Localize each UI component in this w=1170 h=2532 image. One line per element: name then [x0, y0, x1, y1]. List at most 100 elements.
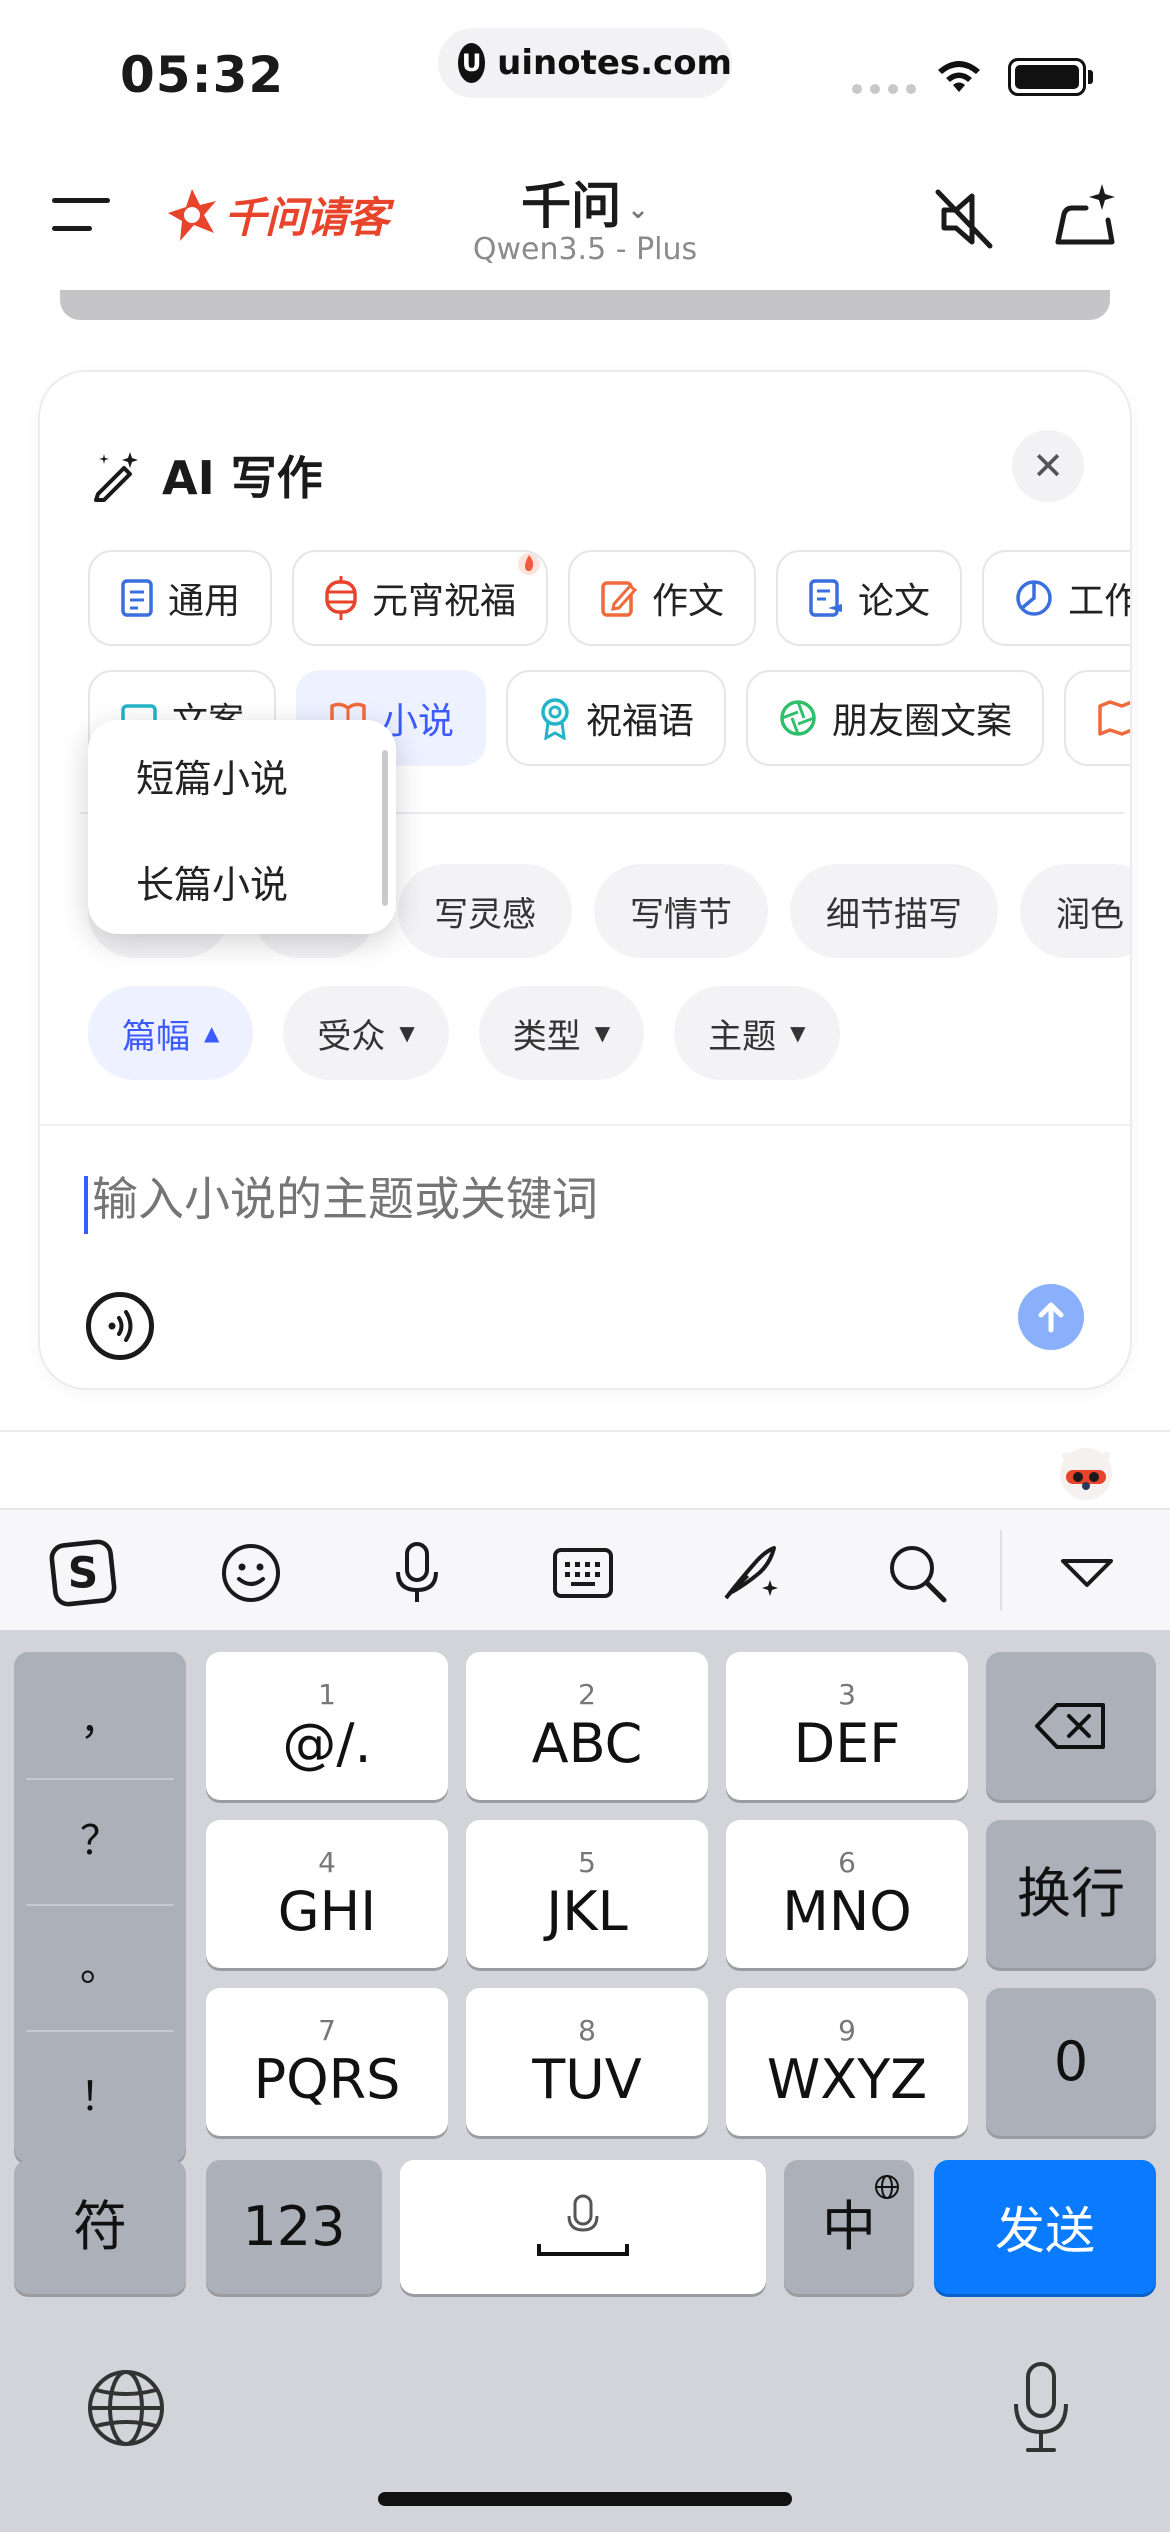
- key-4[interactable]: 4 GHI: [206, 1820, 448, 1968]
- chip-label: 朋友圈文案: [832, 701, 1013, 742]
- dictation-mic-icon[interactable]: [1006, 2360, 1076, 2456]
- magic-pen-icon: [94, 452, 138, 502]
- space-mic-icon: [537, 2194, 629, 2256]
- backspace-key[interactable]: [986, 1652, 1156, 1800]
- hot-flame-icon: [518, 553, 541, 575]
- chip-label: 作文: [652, 581, 725, 622]
- brand-mark-icon: [168, 188, 216, 241]
- edit-icon: [600, 578, 638, 618]
- url-pill[interactable]: U uinotes.com: [438, 28, 732, 98]
- chip-blessing[interactable]: 祝福语: [506, 670, 727, 766]
- key-period[interactable]: 。: [14, 1934, 186, 1992]
- close-button[interactable]: ✕: [1012, 430, 1084, 502]
- key-5[interactable]: 5 JKL: [466, 1820, 708, 1968]
- input-divider: [40, 1124, 1130, 1126]
- paper-icon: [808, 578, 844, 618]
- collapse-keyboard-icon[interactable]: [1052, 1538, 1122, 1608]
- space-key[interactable]: [400, 2160, 766, 2294]
- pill-write-plot[interactable]: 写情节: [594, 864, 768, 958]
- svg-text:S: S: [68, 1549, 99, 1598]
- key-6[interactable]: 6 MNO: [726, 1820, 968, 1968]
- close-icon: ✕: [1032, 444, 1064, 488]
- key-comma[interactable]: ，: [14, 1688, 186, 1746]
- arrow-up-icon: [1038, 1302, 1064, 1333]
- chip-thesis[interactable]: 论文: [776, 550, 963, 646]
- card-title: AI 写作: [90, 442, 323, 508]
- chip-label: 元宵祝福: [372, 581, 517, 622]
- ai-sparkle-chat-icon[interactable]: [1050, 180, 1122, 252]
- key-exclaim[interactable]: ！: [14, 2064, 186, 2122]
- status-time: 05:32: [120, 46, 285, 104]
- dropdown-scrollbar[interactable]: [382, 750, 388, 906]
- card-title-text: AI 写作: [162, 451, 323, 505]
- dropdown-item-long-novel[interactable]: 长篇小说: [136, 854, 288, 909]
- language-key[interactable]: 中: [784, 2160, 914, 2294]
- model-selector[interactable]: 千问 ⌄: [440, 166, 730, 238]
- chip-work[interactable]: 工作: [982, 550, 1130, 646]
- search-icon[interactable]: [882, 1538, 952, 1608]
- key-2[interactable]: 2 ABC: [466, 1652, 708, 1800]
- chip-label: 工作: [1068, 581, 1130, 622]
- wifi-icon: [938, 61, 980, 92]
- model-name: 千问: [521, 177, 622, 235]
- microphone-icon[interactable]: [382, 1538, 452, 1608]
- caret-down-icon: ▼: [790, 1021, 806, 1045]
- key-8[interactable]: 8 TUV: [466, 1988, 708, 2136]
- chip-travel[interactable]: [1064, 670, 1130, 766]
- home-indicator[interactable]: [378, 2492, 792, 2506]
- chip-moments-copy[interactable]: 朋友圈文案: [746, 670, 1045, 766]
- pill-polish[interactable]: 润色: [1020, 864, 1130, 958]
- filter-type[interactable]: 类型 ▼: [478, 986, 645, 1080]
- key-7[interactable]: 7 PQRS: [206, 1988, 448, 2136]
- return-key[interactable]: 换行: [986, 1820, 1156, 1968]
- sogou-logo-icon[interactable]: S: [48, 1538, 118, 1608]
- key-1[interactable]: 1 @/.: [206, 1652, 448, 1800]
- map-icon: [1096, 698, 1130, 738]
- globe-icon[interactable]: [84, 2366, 168, 2450]
- filter-label: 篇幅: [122, 1016, 190, 1057]
- keyboard-toolbar: S: [0, 1508, 1170, 1630]
- send-key[interactable]: 发送: [934, 2160, 1156, 2294]
- filter-length[interactable]: 篇幅 ▲: [88, 986, 254, 1080]
- punctuation-column[interactable]: ， ？ 。 ！: [14, 1652, 186, 2162]
- handwriting-icon[interactable]: [716, 1538, 786, 1608]
- chip-label: 祝福语: [586, 701, 695, 742]
- key-3[interactable]: 3 DEF: [726, 1652, 968, 1800]
- pill-write-inspiration[interactable]: 写灵感: [398, 864, 572, 958]
- category-row-1: 通用 元宵祝福 作文 论文 工作: [88, 550, 1130, 646]
- send-button[interactable]: [1018, 1284, 1084, 1350]
- lantern-icon: [324, 576, 358, 620]
- site-logo-icon: U: [458, 43, 486, 83]
- pill-detail-description[interactable]: 细节描写: [790, 864, 998, 958]
- chip-general[interactable]: 通用: [88, 550, 273, 646]
- topic-input[interactable]: [92, 1172, 992, 1226]
- chevron-down-icon: ⌄: [627, 194, 649, 225]
- menu-icon[interactable]: [52, 198, 112, 234]
- emoji-icon[interactable]: [216, 1538, 286, 1608]
- previous-message-strip: [60, 290, 1110, 320]
- caret-down-icon: ▼: [594, 1021, 611, 1045]
- battery-icon: [1008, 58, 1086, 96]
- filter-label: 类型: [512, 1016, 581, 1057]
- mascot-avatar-icon[interactable]: [1054, 1440, 1118, 1504]
- chip-lantern-festival[interactable]: 元宵祝福: [292, 550, 549, 646]
- app-header: 千问请客 千问 ⌄ Qwen3.5 - Plus: [0, 150, 1170, 280]
- voice-input-button[interactable]: [86, 1292, 154, 1360]
- filter-label: 受众: [317, 1016, 386, 1057]
- brand-text: 千问请客: [224, 193, 389, 242]
- cellular-signal-icon: [852, 84, 916, 94]
- speaker-muted-icon[interactable]: [930, 184, 1000, 254]
- filter-audience[interactable]: 受众 ▼: [283, 986, 449, 1080]
- chip-label: 论文: [858, 581, 931, 622]
- key-0[interactable]: 0: [986, 1988, 1156, 2136]
- symbol-key[interactable]: 符: [14, 2160, 186, 2294]
- numeric-key[interactable]: 123: [206, 2160, 382, 2294]
- keyboard-icon[interactable]: [548, 1538, 618, 1608]
- filter-theme[interactable]: 主题 ▼: [674, 986, 840, 1080]
- key-9[interactable]: 9 WXYZ: [726, 1988, 968, 2136]
- brand-logo[interactable]: 千问请客: [166, 184, 389, 245]
- key-question[interactable]: ？: [14, 1808, 186, 1866]
- dropdown-item-short-novel[interactable]: 短篇小说: [136, 748, 288, 803]
- aperture-icon: [778, 698, 818, 738]
- chip-essay[interactable]: 作文: [568, 550, 757, 646]
